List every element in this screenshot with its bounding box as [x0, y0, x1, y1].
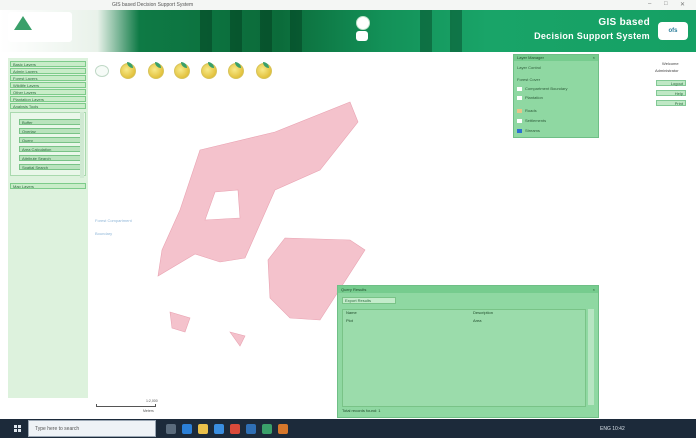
layer-item[interactable]: Compartment Boundary: [525, 86, 567, 91]
left-sidebar: Basic Layers Admin Layers Forest Layers …: [8, 58, 88, 398]
file-explorer-icon[interactable]: [198, 424, 208, 434]
table-cell: Plot: [346, 318, 353, 323]
panel-header: Layer Manager ×: [514, 55, 598, 61]
column-header[interactable]: Name: [346, 310, 357, 316]
close-icon[interactable]: ✕: [680, 1, 685, 8]
results-footer: Total records found: 1: [342, 408, 381, 413]
layer-item[interactable]: Roads: [525, 108, 537, 113]
submenu-item-buffer[interactable]: Buffer: [19, 119, 83, 125]
map-label: Boundary: [95, 231, 113, 236]
task-view-icon[interactable]: [166, 424, 176, 434]
sidebar-item-admin-layers[interactable]: Admin Layers: [10, 68, 86, 74]
panel-subtitle: Layer Control: [517, 65, 542, 70]
panel-title: Layer Manager: [517, 55, 544, 60]
sidebar-item-basic-layers[interactable]: Basic Layers: [10, 61, 86, 67]
sidebar-scrollbar[interactable]: [80, 112, 84, 178]
partner-logo: ofs: [658, 22, 688, 40]
query-results-panel: Query Results × Export Results Name Desc…: [337, 285, 599, 418]
legend-swatch: [517, 109, 522, 113]
help-button[interactable]: Help: [656, 90, 686, 96]
close-icon[interactable]: ×: [593, 55, 595, 61]
forest-image: [420, 10, 432, 52]
forest-polygon: [169, 311, 191, 333]
print-button[interactable]: Print: [656, 100, 686, 106]
map-label: Forest Compartment: [95, 218, 132, 223]
sidebar-item-map-layers[interactable]: Map Layers: [10, 183, 86, 189]
legend-swatch: [517, 129, 522, 133]
measure-icon[interactable]: [256, 62, 272, 79]
sidebar-item-forest-layers[interactable]: Forest Layers: [10, 75, 86, 81]
app-icon[interactable]: [262, 424, 272, 434]
submenu-item-query[interactable]: Query: [19, 137, 83, 143]
banner-title-line1: GIS based: [598, 17, 650, 28]
window-title-bar: GIS based Decision Support System – □ ✕: [0, 0, 696, 10]
window-title: GIS based Decision Support System: [112, 2, 194, 8]
app-icon[interactable]: [246, 424, 256, 434]
user-name: Administrator: [655, 68, 679, 73]
scale-label: 1:2,000: [146, 399, 158, 403]
welcome-text: Welcome: [662, 61, 679, 66]
zoom-in-icon[interactable]: [120, 62, 136, 79]
layer-item[interactable]: Settlements: [525, 118, 546, 123]
forest-image: [290, 10, 302, 52]
column-header[interactable]: Description: [473, 310, 493, 316]
edge-browser-icon[interactable]: [182, 424, 192, 434]
export-results-button[interactable]: Export Results: [342, 297, 396, 304]
submenu-item-area-calculation[interactable]: Area Calculation: [19, 146, 83, 152]
sidebar-item-other-layers[interactable]: Other Layers: [10, 89, 86, 95]
app-icon[interactable]: [278, 424, 288, 434]
windows-start-icon[interactable]: [14, 425, 22, 433]
legend-swatch: [517, 119, 522, 123]
maximize-icon[interactable]: □: [664, 1, 668, 7]
submenu-item-overlay[interactable]: Overlay: [19, 128, 83, 134]
close-icon[interactable]: ×: [593, 286, 595, 293]
analysis-submenu: Buffer Overlay Query Area Calculation At…: [10, 112, 86, 176]
forest-image: [200, 10, 212, 52]
minimize-icon[interactable]: –: [648, 1, 651, 7]
forest-image: [230, 10, 242, 52]
results-table: Name Description Plot Area: [342, 309, 586, 407]
forest-polygon: [229, 331, 246, 347]
system-tray[interactable]: ENG 10:42: [600, 426, 625, 432]
sidebar-item-wildlife-layers[interactable]: Wildlife Layers: [10, 82, 86, 88]
chrome-icon[interactable]: [230, 424, 240, 434]
table-cell: Area: [473, 318, 482, 323]
banner-title-line2: Decision Support System: [534, 31, 650, 41]
results-scrollbar[interactable]: [588, 309, 594, 405]
forest-image: [450, 10, 462, 52]
logout-button[interactable]: Logout: [656, 80, 686, 86]
layer-item[interactable]: Plantation: [525, 95, 543, 100]
submenu-item-attribute-search[interactable]: Attribute Search: [19, 155, 83, 161]
department-logo: [8, 12, 72, 42]
panel-header: Query Results ×: [338, 286, 598, 293]
layer-item[interactable]: Forest Cover: [517, 77, 540, 82]
store-icon[interactable]: [214, 424, 224, 434]
forest-image: [260, 10, 272, 52]
panel-title: Query Results: [341, 287, 367, 292]
layer-manager-panel: Layer Manager × Layer Control Forest Cov…: [513, 54, 599, 138]
identify-icon[interactable]: [228, 62, 244, 79]
scale-bar: [96, 404, 156, 407]
submenu-item-spatial-search[interactable]: Spatial Search: [19, 164, 83, 170]
full-extent-icon[interactable]: [201, 62, 217, 79]
legend-swatch: [517, 87, 522, 91]
pan-icon[interactable]: [174, 62, 190, 79]
taskbar-search-input[interactable]: Type here to search: [28, 420, 156, 437]
sidebar-item-plantation-layers[interactable]: Plantation Layers: [10, 96, 86, 102]
sidebar-item-analysis-tools[interactable]: Analysis Tools: [10, 103, 86, 109]
zoom-out-icon[interactable]: [148, 62, 164, 79]
globe-icon[interactable]: [95, 65, 109, 77]
layer-item[interactable]: Streams: [525, 128, 540, 133]
scale-units: Meters: [143, 409, 154, 413]
emblem-logo: [354, 14, 370, 44]
legend-swatch: [517, 96, 522, 100]
